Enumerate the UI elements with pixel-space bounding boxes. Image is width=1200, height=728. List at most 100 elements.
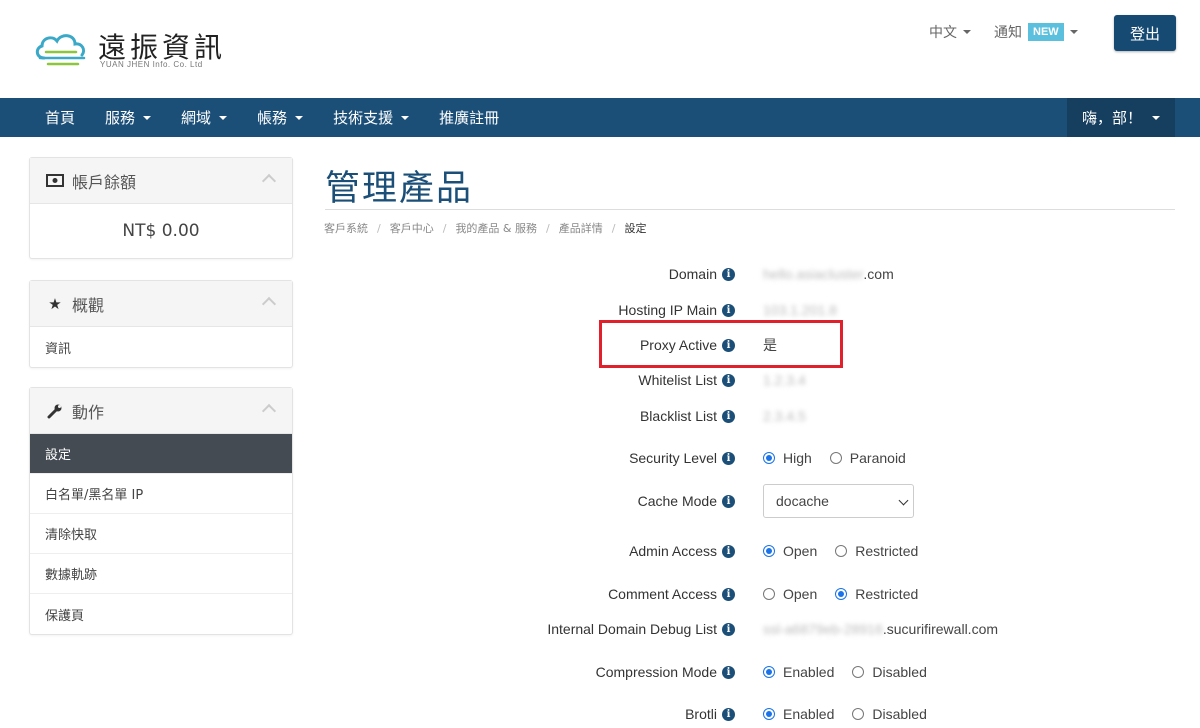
breadcrumb-link[interactable]: 我的產品 & 服務 xyxy=(455,220,537,236)
security-level-row: Security Level i High Paranoid xyxy=(400,446,1160,470)
radio-dot[interactable] xyxy=(835,588,848,600)
field-label: Whitelist List i xyxy=(400,372,735,388)
notifications-label: 通知 xyxy=(994,25,1022,41)
radio-disabled[interactable]: Disabled xyxy=(852,664,927,680)
logo-subtitle: YUAN JHEN Info. Co. Ltd xyxy=(100,60,203,69)
cache-mode-field: docache xyxy=(763,484,914,518)
nav-affiliates[interactable]: 推廣註冊 xyxy=(424,98,514,137)
radio-dot[interactable] xyxy=(829,452,842,464)
info-icon[interactable]: i xyxy=(722,544,735,558)
radio-paranoid[interactable]: Paranoid xyxy=(829,450,906,466)
radio-dot[interactable] xyxy=(835,545,848,557)
nav-domains[interactable]: 網域 xyxy=(166,98,242,137)
field-label: Hosting IP Main i xyxy=(400,302,735,318)
field-label: Security Level i xyxy=(400,450,735,466)
radio-dot[interactable] xyxy=(763,452,775,464)
user-menu[interactable]: 嗨，部！ xyxy=(1067,98,1175,137)
nav-services[interactable]: 服務 xyxy=(90,98,166,137)
info-icon[interactable]: i xyxy=(722,707,735,721)
info-icon[interactable]: i xyxy=(722,373,735,387)
chevron-up-icon[interactable] xyxy=(261,403,277,419)
notifications-dropdown[interactable]: 通知 NEW xyxy=(994,22,1078,42)
radio-dot[interactable] xyxy=(763,708,775,720)
breadcrumb-link[interactable]: 客戶系統 xyxy=(324,220,368,236)
info-icon[interactable]: i xyxy=(722,451,735,465)
radio-dot[interactable] xyxy=(852,666,865,678)
actions-panel: 動作 設定 白名單/黑名單 IP 清除快取 數據軌跡 保護頁 xyxy=(29,387,293,635)
admin-access-row: Admin Access i Open Restricted xyxy=(400,539,1160,563)
cache-mode-row: Cache Mode i docache xyxy=(400,484,1160,518)
breadcrumb-link[interactable]: 產品詳情 xyxy=(559,220,603,236)
panel-header[interactable]: ★ 概觀 xyxy=(30,281,292,327)
nav-label: 首頁 xyxy=(45,109,76,127)
cache-mode-select[interactable]: docache xyxy=(763,484,914,518)
logo[interactable]: 遠振資訊 YUAN JHEN Info. Co. Ltd xyxy=(32,26,232,72)
new-badge: NEW xyxy=(1028,23,1064,41)
domain-row: Domain i hello.asiacluster .com xyxy=(400,262,1160,286)
brotli-options: Enabled Disabled xyxy=(763,706,945,722)
domain-value: hello.asiacluster .com xyxy=(763,266,894,282)
info-icon[interactable]: i xyxy=(722,622,735,636)
security-level-options: High Paranoid xyxy=(763,450,924,466)
breadcrumb-separator: / xyxy=(546,221,550,235)
info-icon[interactable]: i xyxy=(722,494,735,508)
sidebar-item-protected-pages[interactable]: 保護頁 xyxy=(30,594,292,634)
radio-open[interactable]: Open xyxy=(763,543,817,559)
blacklist-value: 2.3.4.5 xyxy=(763,408,806,424)
chevron-up-icon[interactable] xyxy=(261,173,277,189)
sidebar-item-settings[interactable]: 設定 xyxy=(30,434,292,474)
info-icon[interactable]: i xyxy=(722,267,735,281)
hosting-ip-value: 103.1.201.8 xyxy=(763,302,837,318)
radio-enabled[interactable]: Enabled xyxy=(763,664,834,680)
radio-open[interactable]: Open xyxy=(763,586,817,602)
sidebar-item-info[interactable]: 資訊 xyxy=(30,327,292,367)
nav-home[interactable]: 首頁 xyxy=(30,98,90,137)
overview-panel: ★ 概觀 資訊 xyxy=(29,280,293,368)
radio-enabled[interactable]: Enabled xyxy=(763,706,834,722)
radio-dot[interactable] xyxy=(852,708,865,720)
comment-access-options: Open Restricted xyxy=(763,586,936,602)
nav-support[interactable]: 技術支援 xyxy=(318,98,424,137)
chevron-up-icon[interactable] xyxy=(261,296,277,312)
panel-title: 概觀 xyxy=(72,295,105,315)
radio-dot[interactable] xyxy=(763,666,775,678)
sidebar-item-ip-lists[interactable]: 白名單/黑名單 IP xyxy=(30,474,292,514)
caret-down-icon xyxy=(1152,115,1160,120)
comment-access-row: Comment Access i Open Restricted xyxy=(400,582,1160,606)
balance-value: NT$ 0.00 xyxy=(122,221,200,241)
field-label: Blacklist List i xyxy=(400,408,735,424)
field-label: Cache Mode i xyxy=(400,493,735,509)
money-icon xyxy=(46,173,64,189)
caret-down-icon xyxy=(963,30,971,34)
panel-header[interactable]: 動作 xyxy=(30,388,292,434)
info-icon[interactable]: i xyxy=(722,303,735,317)
radio-dot[interactable] xyxy=(763,545,775,557)
language-dropdown[interactable]: 中文 xyxy=(929,22,971,42)
caret-down-icon xyxy=(219,115,228,120)
radio-restricted[interactable]: Restricted xyxy=(835,586,918,602)
field-label: Internal Domain Debug List i xyxy=(400,621,735,637)
breadcrumb-current: 設定 xyxy=(624,222,647,235)
breadcrumb-link[interactable]: 客戶中心 xyxy=(390,220,434,236)
divider xyxy=(325,209,1175,210)
balance-panel: 帳戶餘額 NT$ 0.00 xyxy=(29,157,293,259)
caret-down-icon xyxy=(295,115,304,120)
radio-high[interactable]: High xyxy=(763,450,812,466)
internal-debug-row: Internal Domain Debug List i ssl-a6879eb-… xyxy=(400,617,1160,641)
info-icon[interactable]: i xyxy=(722,409,735,423)
radio-restricted[interactable]: Restricted xyxy=(835,543,918,559)
info-icon[interactable]: i xyxy=(722,665,735,679)
sidebar-item-clear-cache[interactable]: 清除快取 xyxy=(30,514,292,554)
logout-button[interactable]: 登出 xyxy=(1114,15,1176,51)
radio-disabled[interactable]: Disabled xyxy=(852,706,927,722)
caret-down-icon xyxy=(143,115,152,120)
hosting-ip-row: Hosting IP Main i 103.1.201.8 xyxy=(400,298,1160,322)
radio-dot[interactable] xyxy=(763,588,775,600)
sidebar-item-audit-trails[interactable]: 數據軌跡 xyxy=(30,554,292,594)
nav-label: 技術支援 xyxy=(333,109,394,127)
main-navbar: 首頁 服務 網域 帳務 技術支援 推廣註冊 嗨，部！ xyxy=(0,98,1200,137)
nav-billing[interactable]: 帳務 xyxy=(242,98,318,137)
field-label: Comment Access i xyxy=(400,586,735,602)
info-icon[interactable]: i xyxy=(722,587,735,601)
panel-header[interactable]: 帳戶餘額 xyxy=(30,158,292,204)
